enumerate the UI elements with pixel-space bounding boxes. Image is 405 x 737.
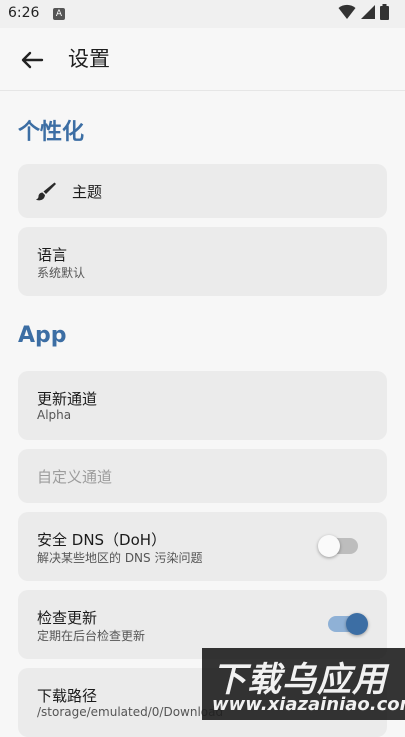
toggle-thumb	[346, 613, 368, 635]
wifi-icon	[338, 4, 356, 24]
settings-item-theme[interactable]: 主题	[18, 164, 387, 218]
settings-item-update-channel[interactable]: 更新通道 Alpha	[18, 371, 387, 440]
settings-item-language[interactable]: 语言 系统默认	[18, 227, 387, 296]
status-icons	[338, 4, 389, 24]
back-arrow-icon[interactable]	[18, 46, 46, 74]
secure-dns-toggle[interactable]	[318, 535, 358, 557]
status-bar: 6:26 A	[0, 0, 405, 28]
watermark-url: www.xiazainiao.com	[212, 694, 405, 715]
download-path-value: /storage/emulated/0/Download	[37, 705, 224, 719]
settings-item-custom-channel: 自定义通道	[18, 449, 387, 503]
secure-dns-label: 安全 DNS（DoH）	[37, 531, 167, 549]
update-channel-label: 更新通道	[37, 390, 98, 408]
toggle-thumb	[318, 535, 340, 557]
section-title-app: App	[18, 323, 67, 348]
check-update-description: 定期在后台检查更新	[37, 629, 146, 643]
signal-icon	[360, 4, 376, 24]
language-value: 系统默认	[37, 266, 86, 280]
brush-icon	[34, 179, 58, 207]
page-title: 设置	[68, 47, 110, 71]
check-update-label: 检查更新	[37, 609, 98, 627]
app-bar: 设置	[0, 28, 405, 91]
status-time: 6:26	[8, 5, 40, 21]
update-channel-value: Alpha	[37, 408, 72, 422]
settings-item-secure-dns[interactable]: 安全 DNS（DoH） 解决某些地区的 DNS 污染问题	[18, 512, 387, 581]
watermark-logo: 下载乌应用 www.xiazainiao.com	[202, 648, 405, 720]
language-label: 语言	[37, 246, 68, 264]
secure-dns-description: 解决某些地区的 DNS 污染问题	[37, 551, 203, 565]
check-update-toggle[interactable]	[328, 613, 368, 635]
section-title-personalization: 个性化	[18, 120, 85, 145]
custom-channel-label: 自定义通道	[37, 468, 113, 486]
theme-label: 主题	[72, 183, 103, 201]
notification-app-icon: A	[53, 8, 65, 20]
battery-icon	[380, 4, 389, 24]
download-path-label: 下载路径	[37, 687, 98, 705]
